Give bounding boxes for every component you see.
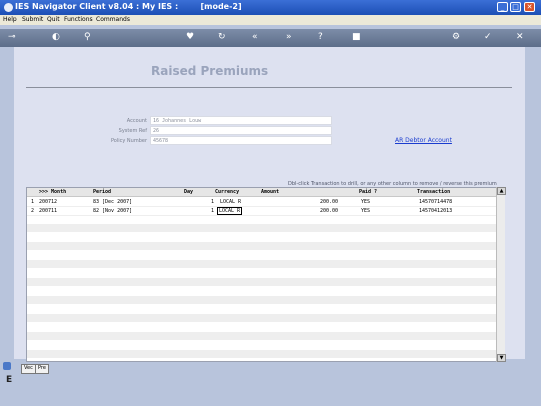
scroll-down-icon[interactable]: ▼	[497, 354, 506, 362]
empty-row	[27, 296, 498, 304]
left-sidebar	[0, 47, 14, 406]
menu-help[interactable]: Help	[3, 16, 17, 23]
question-icon[interactable]: ?	[318, 32, 323, 43]
account-label: Account	[126, 118, 147, 124]
search-icon[interactable]: ⚲	[84, 32, 91, 43]
col-currency[interactable]: Currency	[215, 189, 239, 195]
stop-icon[interactable]: ■	[352, 32, 361, 43]
empty-row	[27, 314, 498, 322]
empty-row	[27, 350, 498, 358]
menu-submit[interactable]: Submit	[22, 16, 43, 23]
tab-pre[interactable]: Pre	[35, 364, 49, 374]
empty-row	[27, 242, 498, 250]
col-day[interactable]: Day	[184, 189, 193, 195]
col-month[interactable]: >>> Month	[39, 189, 66, 195]
help-icon[interactable]: ◐	[52, 32, 60, 43]
cell-month[interactable]: 200712	[39, 199, 57, 205]
cell-amount[interactable]: 200.00	[320, 208, 338, 214]
premiums-table: >>> Month Period Day Currency Amount Pai…	[26, 187, 499, 362]
close-icon[interactable]: ✕	[516, 32, 524, 43]
system-ref-field[interactable]: 26	[150, 126, 332, 135]
vertical-scrollbar[interactable]: ▲ ▼	[496, 187, 506, 362]
col-amount[interactable]: Amount	[261, 189, 279, 195]
empty-row	[27, 332, 498, 340]
system-ref-label: System Ref	[118, 128, 147, 134]
scroll-up-icon[interactable]: ▲	[497, 187, 506, 195]
cell-paid[interactable]: YES	[361, 208, 370, 214]
row-number: 2	[31, 208, 35, 214]
cell-period[interactable]: 82 [Nov 2007]	[93, 208, 132, 214]
col-paid[interactable]: Paid ?	[359, 189, 377, 195]
row-number: 1	[31, 199, 35, 205]
menu-quit[interactable]: Quit	[47, 16, 60, 23]
title-bar: IES Navigator Client v8.04 : My IES : [m…	[0, 0, 541, 15]
empty-row	[27, 260, 498, 268]
menu-bar: Help Submit Quit Functions Commands	[0, 15, 541, 25]
tab-vec[interactable]: Vec	[21, 364, 36, 374]
side-indicator-icon	[3, 362, 11, 370]
cell-currency[interactable]: LOCAL R	[220, 199, 241, 205]
right-sidebar	[525, 47, 541, 406]
policy-number-label: Policy Number	[110, 138, 147, 144]
cell-day[interactable]: 1	[211, 208, 214, 214]
toolbar: ⊸ ◐ ⚲ ♥ ↻ « » ? ■ ⚙ ✓ ✕	[0, 29, 541, 47]
cell-currency-selected[interactable]: LOCAL R	[217, 207, 243, 215]
account-field[interactable]: 16 Johannes Louw	[150, 116, 332, 125]
refresh-icon[interactable]: ↻	[218, 32, 226, 43]
page-title: Raised Premiums	[151, 64, 269, 78]
cell-amount[interactable]: 200.00	[320, 199, 338, 205]
table-header: >>> Month Period Day Currency Amount Pai…	[27, 188, 498, 197]
cell-month[interactable]: 200711	[39, 208, 57, 214]
rewind-icon[interactable]: «	[252, 32, 258, 43]
minimize-button[interactable]: _	[497, 2, 508, 12]
menu-functions[interactable]: Functions	[64, 16, 93, 23]
policy-number-field[interactable]: 45678	[150, 136, 332, 145]
forward-icon[interactable]: »	[286, 32, 292, 43]
heart-icon[interactable]: ♥	[186, 32, 194, 43]
maximize-button[interactable]: □	[510, 2, 521, 12]
ar-debtor-account-link[interactable]: AR Debtor Account	[395, 137, 452, 144]
gear-icon[interactable]: ⚙	[452, 32, 460, 43]
cell-transaction[interactable]: 14570412013	[419, 208, 452, 214]
key-icon[interactable]: ⊸	[8, 32, 16, 43]
cell-transaction[interactable]: 14570714478	[419, 199, 452, 205]
menu-commands[interactable]: Commands	[96, 16, 130, 23]
check-icon[interactable]: ✓	[484, 32, 492, 43]
table-row[interactable]: 1 200712 83 [Dec 2007] 1 LOCAL R 200.00 …	[27, 198, 498, 207]
col-period[interactable]: Period	[93, 189, 111, 195]
empty-row	[27, 278, 498, 286]
divider	[26, 87, 512, 88]
close-button[interactable]: ✕	[524, 2, 535, 12]
app-icon	[4, 3, 13, 12]
col-transaction[interactable]: Transaction	[417, 189, 450, 195]
side-e-icon: E	[6, 375, 13, 385]
cell-paid[interactable]: YES	[361, 199, 370, 205]
table-row[interactable]: 2 200711 82 [Nov 2007] 1 LOCAL R 200.00 …	[27, 207, 498, 216]
empty-row	[27, 224, 498, 232]
cell-day[interactable]: 1	[211, 199, 214, 205]
cell-period[interactable]: 83 [Dec 2007]	[93, 199, 132, 205]
window-title: IES Navigator Client v8.04 : My IES : [m…	[15, 2, 242, 11]
